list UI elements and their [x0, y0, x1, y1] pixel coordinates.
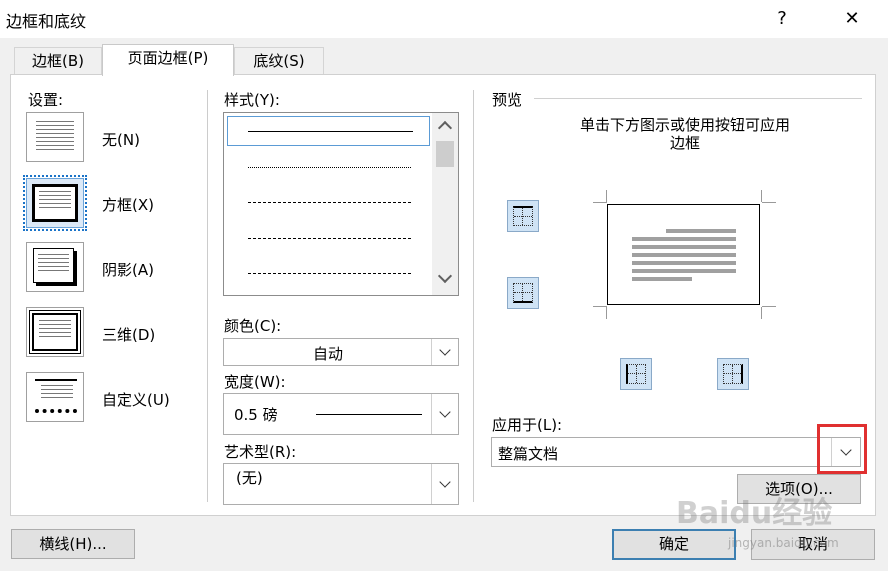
setting-box-label[interactable]: 方框(X) — [102, 194, 154, 215]
highlight-box — [817, 424, 867, 474]
tab-page-border[interactable]: 页面边框(P) — [102, 44, 234, 76]
apply-to-value: 整篇文档 — [498, 445, 559, 463]
style-list-item[interactable] — [248, 167, 411, 168]
color-select[interactable]: 自动 — [223, 338, 459, 366]
setting-3d-label[interactable]: 三维(D) — [102, 324, 155, 345]
left-border-icon — [626, 364, 646, 384]
watermark-logo: Baidu经验 — [676, 496, 833, 531]
top-border-button[interactable] — [507, 200, 539, 232]
scroll-up-icon[interactable] — [437, 120, 453, 136]
help-button[interactable]: ? — [762, 4, 802, 34]
scroll-down-icon[interactable] — [437, 268, 453, 284]
style-list-item-selected[interactable] — [227, 116, 430, 146]
tab-borders[interactable]: 边框(B) — [14, 47, 102, 74]
right-border-icon — [723, 364, 743, 384]
apply-to-heading: 应用于(L): — [492, 416, 563, 434]
right-border-button[interactable] — [717, 358, 749, 390]
style-scrollbar[interactable] — [432, 113, 458, 295]
width-heading: 宽度(W): — [224, 373, 286, 391]
setting-none-icon[interactable] — [26, 112, 84, 162]
apply-to-select[interactable]: 整篇文档 — [491, 437, 861, 467]
dialog-title: 边框和底纹 — [6, 12, 87, 31]
width-select[interactable]: 0.5 磅 — [223, 393, 459, 435]
setting-custom-icon[interactable] — [26, 372, 84, 422]
left-border-button[interactable] — [620, 358, 652, 390]
setting-shadow-label[interactable]: 阴影(A) — [102, 259, 154, 280]
close-button[interactable]: ✕ — [832, 4, 872, 34]
style-list-item[interactable] — [248, 202, 411, 203]
preview-hint: 单击下方图示或使用按钮可应用 边框 — [579, 116, 790, 152]
color-value: 自动 — [312, 345, 343, 363]
preview-heading-rule — [534, 98, 862, 99]
art-select[interactable]: (无) — [223, 463, 459, 505]
title-bar — [0, 0, 888, 38]
chevron-down-icon[interactable] — [431, 394, 458, 434]
setting-shadow-icon[interactable] — [26, 242, 84, 292]
style-list[interactable] — [223, 112, 459, 296]
width-value: 0.5 磅 — [234, 406, 278, 424]
horizontal-line-button[interactable]: 横线(H)... — [11, 529, 135, 559]
setting-custom-label[interactable]: 自定义(U) — [102, 389, 170, 410]
watermark-url: jingyan.baidu.com — [728, 536, 839, 550]
setting-3d-icon[interactable] — [26, 307, 84, 357]
column-separator — [473, 90, 474, 502]
setting-none-label[interactable]: 无(N) — [102, 129, 140, 150]
setting-box-icon[interactable] — [23, 175, 87, 231]
tab-shading[interactable]: 底纹(S) — [234, 47, 324, 74]
ok-button[interactable]: 确定 — [612, 529, 736, 560]
color-heading: 颜色(C): — [224, 317, 282, 335]
width-sample-line — [316, 414, 422, 415]
preview-heading: 预览 — [492, 91, 523, 109]
art-value: (无) — [236, 469, 263, 487]
chevron-down-icon[interactable] — [431, 464, 458, 504]
column-separator — [207, 90, 208, 502]
top-border-icon — [513, 206, 533, 226]
bottom-border-button[interactable] — [507, 277, 539, 309]
chevron-down-icon[interactable] — [431, 339, 458, 365]
preview-page[interactable] — [607, 204, 760, 305]
settings-heading: 设置: — [28, 91, 64, 109]
bottom-border-icon — [513, 283, 533, 303]
scroll-thumb[interactable] — [436, 141, 454, 167]
style-heading: 样式(Y): — [224, 91, 280, 109]
style-list-item[interactable] — [248, 273, 411, 274]
art-heading: 艺术型(R): — [224, 443, 297, 461]
style-list-item[interactable] — [248, 238, 411, 239]
